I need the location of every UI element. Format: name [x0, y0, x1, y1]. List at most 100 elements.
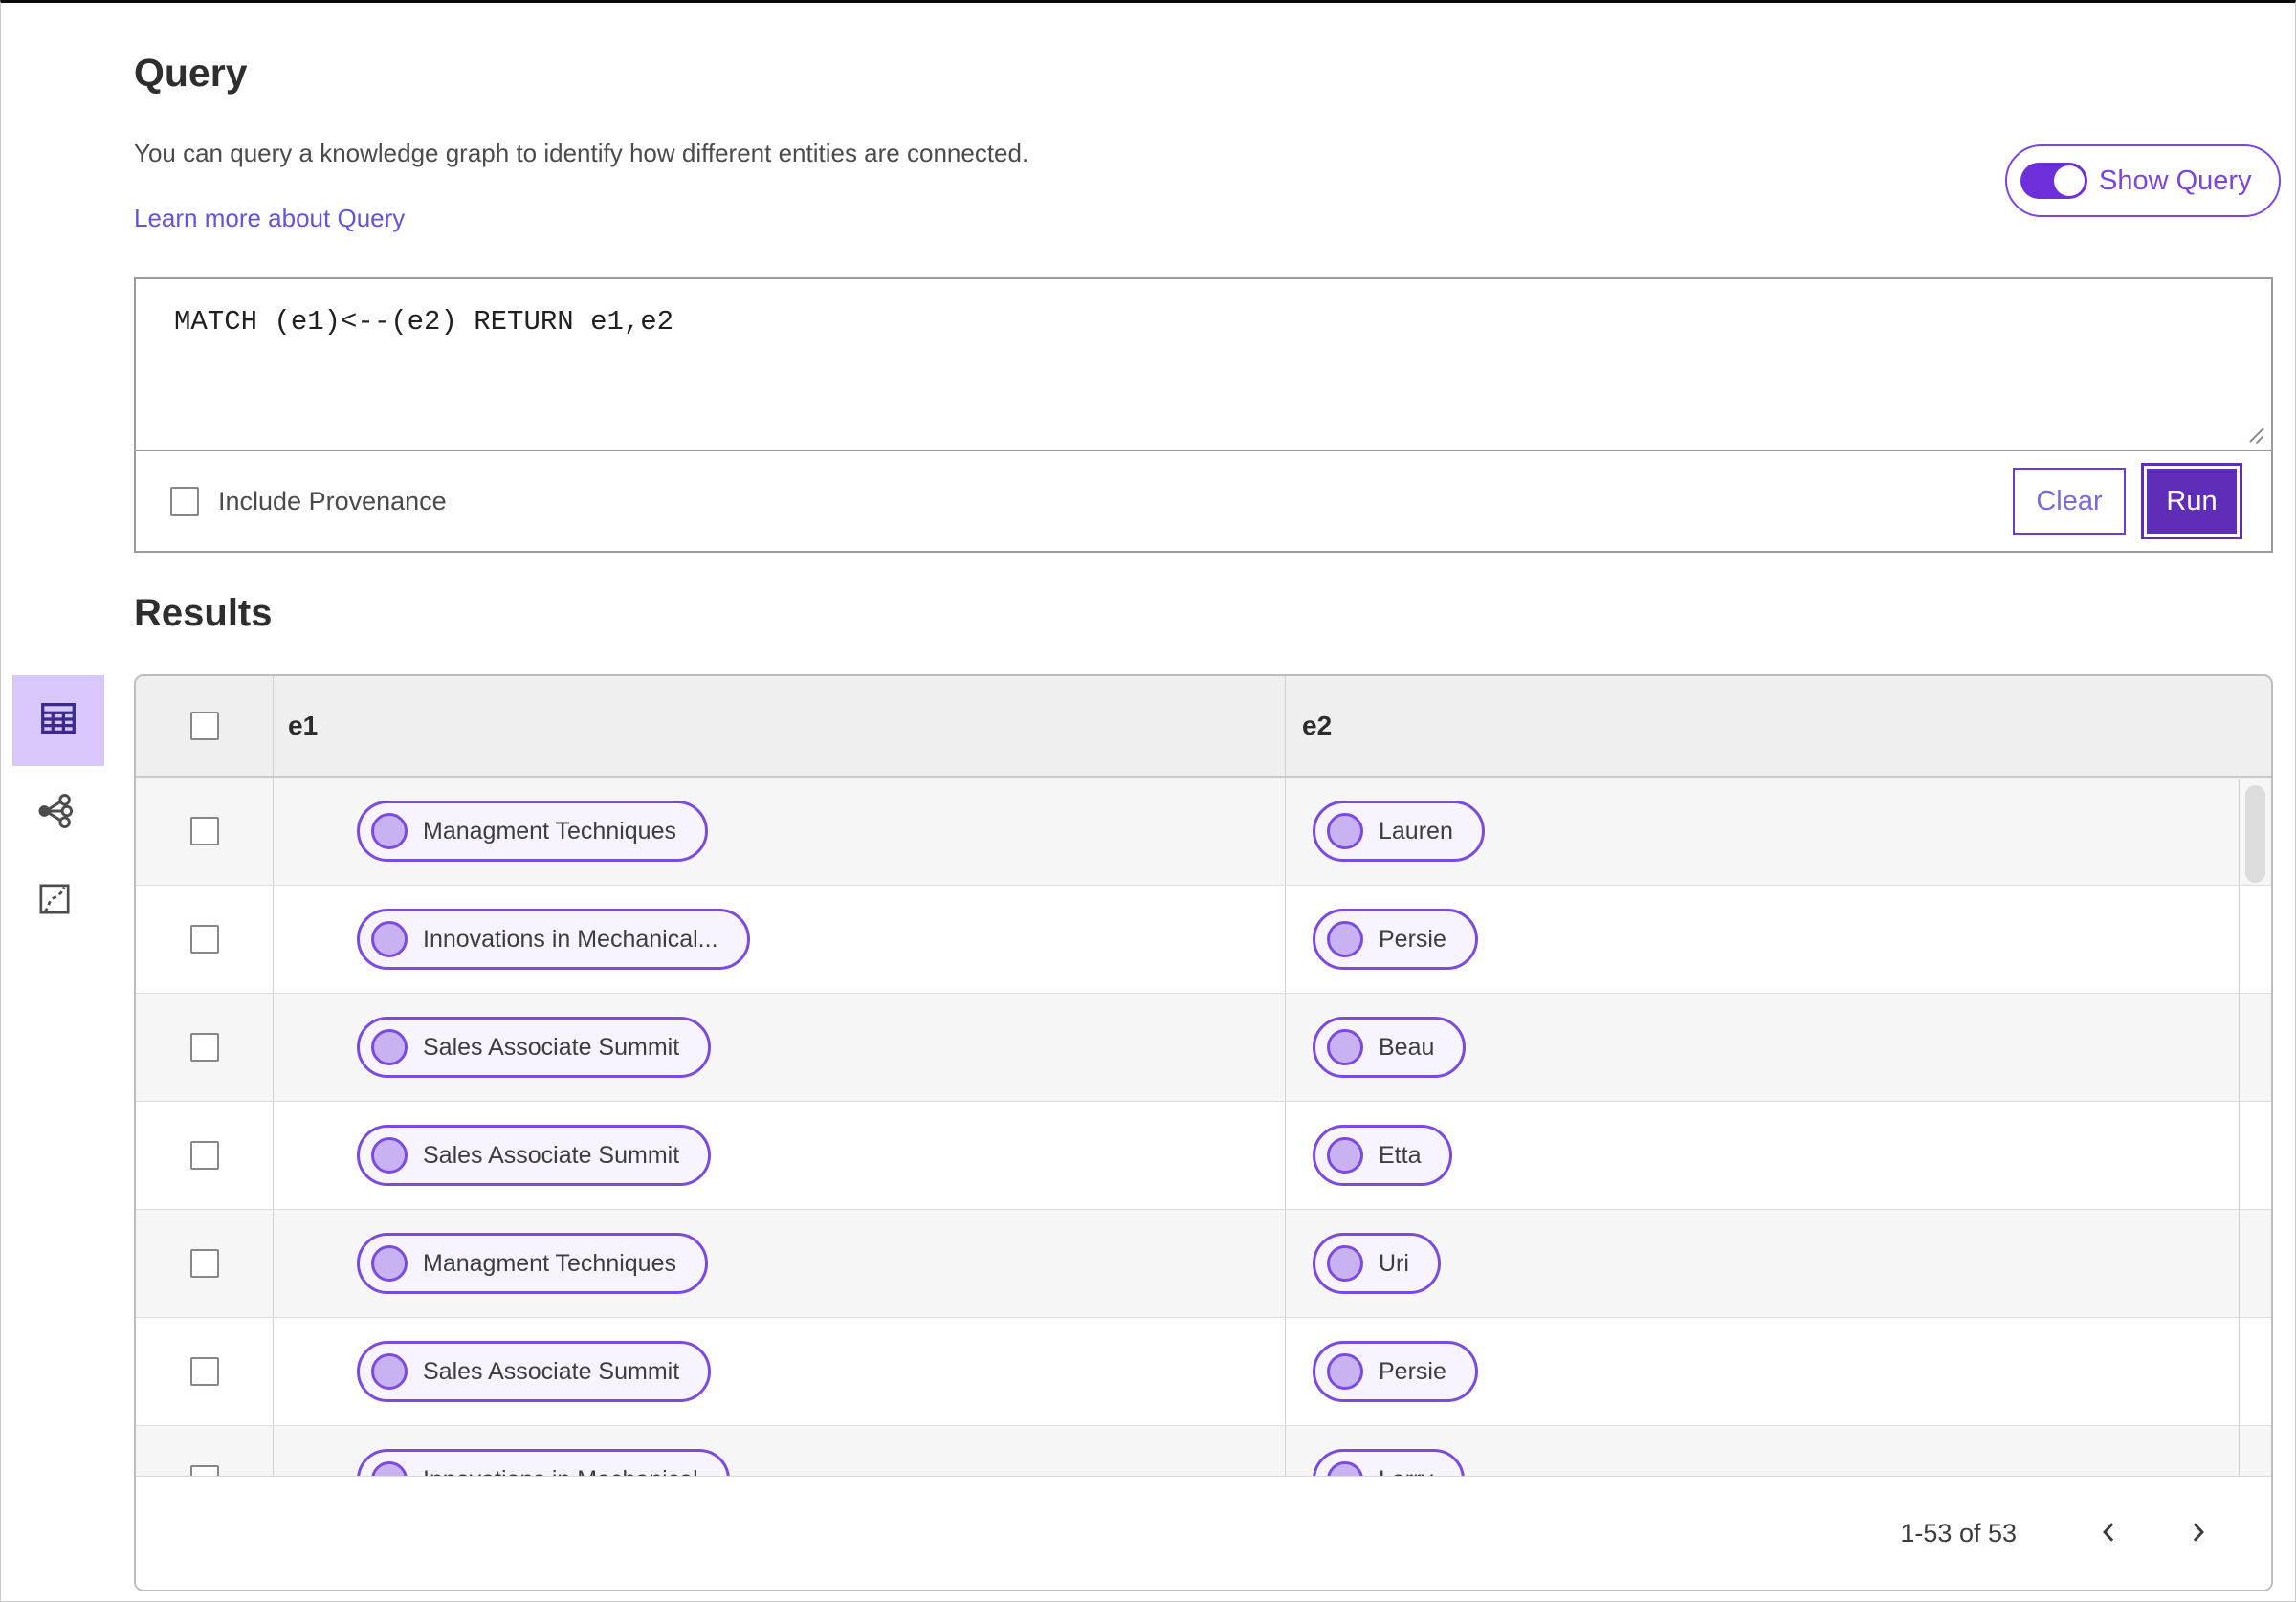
textarea-resize-handle[interactable] — [2246, 425, 2267, 446]
cell-e1: Innovations in Mechanical... — [274, 886, 1286, 993]
entity-label: Beau — [1379, 1033, 1435, 1061]
query-page: Query You can query a knowledge graph to… — [0, 0, 2296, 1602]
toggle-knob — [2054, 165, 2085, 196]
learn-more-link[interactable]: Learn more about Query — [134, 204, 405, 233]
entity-pill[interactable]: Innovations in Mechanical... — [357, 909, 750, 970]
table-row: Innovations in Mechanical... Persie — [136, 886, 2271, 994]
entity-node-icon — [371, 1029, 408, 1065]
entity-node-icon — [371, 921, 408, 957]
entity-pill[interactable]: Persie — [1313, 1341, 1478, 1402]
cell-e2: Persie — [1286, 886, 2271, 993]
include-provenance-label: Include Provenance — [218, 486, 447, 516]
results-title: Results — [134, 592, 273, 634]
entity-node-icon — [371, 1245, 408, 1282]
graph-view-button[interactable] — [26, 785, 83, 839]
entity-label: Lauren — [1379, 817, 1453, 845]
cell-e2: Beau — [1286, 994, 2271, 1101]
chevron-right-icon — [2183, 1518, 2212, 1549]
row-checkbox-cell — [136, 1318, 274, 1425]
entity-label: Managment Techniques — [423, 817, 676, 845]
results-table-header: e1 e2 — [136, 676, 2271, 778]
entity-label: Uri — [1379, 1249, 1409, 1277]
cell-e2: Persie — [1286, 1318, 2271, 1425]
entity-pill[interactable]: Beau — [1313, 1017, 1467, 1078]
pagination-label: 1-53 of 53 — [1900, 1518, 2017, 1547]
table-row: Sales Associate Summit Etta — [136, 1102, 2271, 1210]
cell-e1: Sales Associate Summit — [274, 1318, 1286, 1425]
row-checkbox-cell — [136, 994, 274, 1101]
cell-e1: Managment Techniques — [274, 778, 1286, 885]
entity-label: Persie — [1379, 1357, 1446, 1385]
row-checkbox[interactable] — [189, 925, 219, 954]
entity-node-icon — [1327, 1137, 1363, 1174]
column-header-e1[interactable]: e1 — [274, 676, 1286, 776]
cell-e2: Etta — [1286, 1102, 2271, 1209]
scrollbar-thumb[interactable] — [2245, 785, 2265, 883]
cell-e1: Managment Techniques — [274, 1210, 1286, 1317]
table-row: Managment Techniques Lauren — [136, 778, 2271, 886]
entity-label: Sales Associate Summit — [423, 1033, 680, 1061]
cell-e2: Uri — [1286, 1210, 2271, 1317]
row-checkbox[interactable] — [189, 817, 219, 845]
row-checkbox[interactable] — [189, 1249, 219, 1278]
row-checkbox-cell — [136, 886, 274, 993]
table-view-button[interactable] — [12, 675, 104, 766]
select-all-checkbox[interactable] — [189, 712, 219, 740]
entity-label: Persie — [1379, 925, 1446, 953]
page-description: You can query a knowledge graph to ident… — [134, 139, 1029, 167]
show-query-label: Show Query — [2099, 165, 2252, 196]
row-checkbox[interactable] — [189, 1357, 219, 1386]
entity-node-icon — [1327, 1353, 1363, 1390]
entity-node-icon — [1327, 1029, 1363, 1065]
column-header-e2[interactable]: e2 — [1286, 676, 2271, 776]
entity-pill[interactable]: Etta — [1313, 1125, 1453, 1186]
results-table: e1 e2 Managment Techniques Lauren Innovati… — [134, 674, 2273, 1591]
row-checkbox-cell — [136, 1102, 274, 1209]
clear-button[interactable]: Clear — [2013, 468, 2126, 535]
show-query-toggle[interactable]: Show Query — [2005, 144, 2281, 217]
query-input[interactable]: MATCH (e1)<--(e2) RETURN e1,e2 — [136, 279, 2271, 450]
entity-pill[interactable]: Sales Associate Summit — [357, 1017, 712, 1078]
row-checkbox-cell — [136, 1210, 274, 1317]
entity-pill[interactable]: Managment Techniques — [357, 801, 708, 862]
entity-pill[interactable]: Sales Associate Summit — [357, 1125, 712, 1186]
map-view-button[interactable] — [26, 873, 83, 927]
entity-pill[interactable]: Lauren — [1313, 801, 1485, 862]
results-table-body: Managment Techniques Lauren Innovations in… — [136, 778, 2271, 1534]
run-button[interactable]: Run — [2141, 463, 2242, 539]
entity-label: Managment Techniques — [423, 1249, 676, 1277]
query-editor-footer: Include Provenance Clear Run — [136, 450, 2271, 551]
entity-pill[interactable]: Sales Associate Summit — [357, 1341, 712, 1402]
next-page-button[interactable] — [2174, 1508, 2221, 1559]
entity-node-icon — [1327, 921, 1363, 957]
entity-label: Etta — [1379, 1141, 1422, 1169]
chevron-left-icon — [2095, 1518, 2124, 1549]
table-row: Managment Techniques Uri — [136, 1210, 2271, 1318]
header-checkbox-cell — [136, 676, 274, 776]
table-scrollbar — [2239, 779, 2271, 1476]
entity-pill[interactable]: Uri — [1313, 1233, 1441, 1294]
row-checkbox[interactable] — [189, 1033, 219, 1062]
cell-e1: Sales Associate Summit — [274, 1102, 1286, 1209]
table-row: Sales Associate Summit Persie — [136, 1318, 2271, 1426]
entity-pill[interactable]: Persie — [1313, 909, 1478, 970]
link-chart-icon — [33, 790, 76, 835]
toggle-switch-icon[interactable] — [2020, 163, 2087, 199]
include-provenance-checkbox[interactable] — [170, 487, 199, 516]
results-footer: 1-53 of 53 — [136, 1476, 2271, 1590]
entity-node-icon — [1327, 1245, 1363, 1282]
entity-node-icon — [371, 1137, 408, 1174]
entity-label: Sales Associate Summit — [423, 1141, 680, 1169]
query-editor-panel: MATCH (e1)<--(e2) RETURN e1,e2 Include P… — [134, 277, 2273, 553]
entity-node-icon — [371, 813, 408, 849]
include-provenance-option[interactable]: Include Provenance — [170, 487, 447, 516]
row-checkbox-cell — [136, 778, 274, 885]
cell-e1: Sales Associate Summit — [274, 994, 1286, 1101]
row-checkbox[interactable] — [189, 1141, 219, 1170]
entity-pill[interactable]: Managment Techniques — [357, 1233, 708, 1294]
table-row: Sales Associate Summit Beau — [136, 994, 2271, 1102]
page-title: Query — [134, 51, 248, 95]
entity-node-icon — [371, 1353, 408, 1390]
entity-node-icon — [1327, 813, 1363, 849]
previous-page-button[interactable] — [2086, 1508, 2133, 1559]
